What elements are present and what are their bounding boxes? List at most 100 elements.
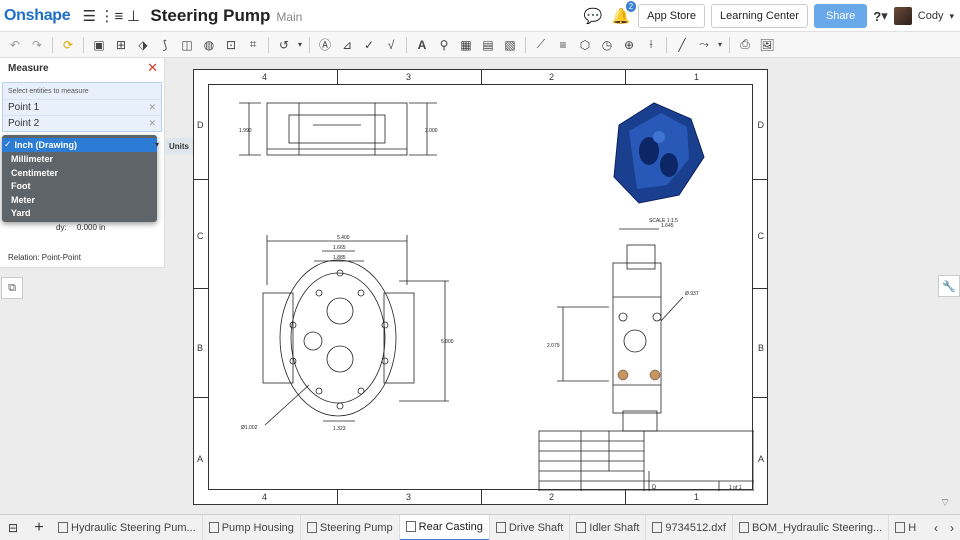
document-title[interactable]: Steering Pump — [150, 6, 270, 26]
angular-dimension-icon[interactable]: ◷ — [596, 34, 618, 56]
tab-hydraulic-steering-pump[interactable]: Hydraulic Steering Pum... — [52, 514, 203, 540]
auxiliary-view-icon[interactable]: ⬗ — [132, 34, 154, 56]
crop-view-icon[interactable]: ⌗ — [242, 34, 264, 56]
units-option-foot[interactable]: Foot — [2, 180, 157, 194]
insert-view-icon[interactable]: ▣ — [88, 34, 110, 56]
units-dropdown-chevron-icon[interactable]: ▾ — [155, 140, 159, 149]
tab-scroll-left-icon[interactable]: ‹ — [934, 521, 938, 535]
text-icon[interactable]: A — [411, 34, 433, 56]
branch-name[interactable]: Main — [276, 10, 302, 24]
tab-scroll-right-icon[interactable]: › — [950, 521, 954, 535]
top-view[interactable] — [239, 102, 437, 156]
wrench-icon[interactable]: 🔧 — [938, 275, 960, 297]
tab-drive-shaft[interactable]: Drive Shaft — [490, 514, 571, 540]
dim-height[interactable]: 5.000 — [441, 339, 454, 345]
units-option-millimeter[interactable]: Millimeter — [2, 153, 157, 167]
redo-icon[interactable]: ↷ — [26, 34, 48, 56]
units-option-inch[interactable]: ✓ Inch (Drawing) — [2, 138, 157, 152]
toolbar-divider — [729, 36, 730, 53]
help-icon[interactable]: ? ▾ — [873, 5, 887, 27]
surface-finish-icon[interactable]: √ — [380, 34, 402, 56]
centerline-icon[interactable]: ╱ — [671, 34, 693, 56]
tab-idler-shaft[interactable]: Idler Shaft — [570, 514, 647, 540]
export-dxf-icon[interactable]: ⎙ — [734, 34, 756, 56]
units-option-centimeter[interactable]: Centimeter — [2, 166, 157, 180]
app-store-button[interactable]: App Store — [638, 4, 706, 28]
measure-selection-box[interactable]: Select entities to measure Point 1 ✕ Poi… — [2, 82, 162, 132]
add-tab-icon[interactable]: + — [26, 517, 52, 539]
undo-icon[interactable]: ↶ — [4, 34, 26, 56]
view-cube-toggle-icon[interactable]: ⧉ — [1, 277, 23, 299]
folder-tab-icon — [895, 522, 906, 533]
hamburger-menu-icon[interactable]: ☰ — [78, 5, 100, 27]
break-view-icon[interactable]: ⊡ — [220, 34, 242, 56]
units-option-meter[interactable]: Meter — [2, 193, 157, 207]
tab-manager-icon[interactable]: ⊟ — [0, 517, 26, 539]
selected-point[interactable]: Point 1 ✕ — [3, 99, 161, 115]
tab-overflow[interactable]: H — [889, 515, 922, 540]
ordinate-dimension-icon[interactable]: ⬡ — [574, 34, 596, 56]
bom-icon[interactable]: ▤ — [477, 34, 499, 56]
drawing-border: 1.990 2.000 5.400 1.885 1.665 5.000 1.32… — [208, 84, 754, 491]
onshape-logo[interactable]: Onshape — [4, 7, 71, 25]
dim-width[interactable]: 5.400 — [337, 235, 350, 241]
centermark-dropdown-icon[interactable]: ▾ — [715, 34, 725, 56]
feature-list-icon[interactable]: ⋮≡ — [100, 5, 124, 27]
dim-bottom[interactable]: 1.323 — [333, 426, 346, 432]
units-dropdown[interactable]: ✓ Inch (Drawing) Millimeter Centimeter F… — [2, 135, 157, 222]
radius-dimension-icon[interactable]: ⟊ — [640, 34, 662, 56]
avatar[interactable] — [893, 7, 912, 25]
table-icon[interactable]: ▦ — [455, 34, 477, 56]
front-view[interactable] — [262, 235, 449, 426]
tab-rear-casting[interactable]: Rear Casting — [399, 514, 490, 540]
centermark-icon[interactable]: ⤳ — [693, 34, 715, 56]
hole-table-icon[interactable]: ▧ — [499, 34, 521, 56]
zone-row-label: A — [757, 454, 764, 464]
callout-icon[interactable]: ⚲ — [433, 34, 455, 56]
linear-dimension-icon[interactable]: ⟋ — [530, 34, 552, 56]
tab-dxf-file[interactable]: 9734512.dxf — [646, 514, 733, 540]
drawing-sheet[interactable]: 4 3 2 1 4 3 2 1 D C B A D C B A 1.990 2.… — [193, 69, 768, 505]
dim-dia-small[interactable]: Ø1.002 — [241, 425, 258, 431]
annotation-icon[interactable]: Ⓐ — [314, 34, 336, 56]
remove-point-icon[interactable]: ✕ — [148, 102, 156, 113]
close-icon[interactable]: ✕ — [147, 60, 158, 76]
dim-side-dia[interactable]: Ø.937 — [685, 291, 699, 297]
dim-hole-b[interactable]: 1.665 — [333, 245, 346, 251]
dim-hole-a[interactable]: 1.885 — [333, 255, 346, 261]
tab-bom[interactable]: BOM_Hydraulic Steering... — [733, 514, 890, 540]
dim-top-right[interactable]: 2.000 — [425, 128, 438, 134]
selected-point[interactable]: Point 2 ✕ — [3, 115, 161, 131]
isometric-view[interactable] — [613, 102, 705, 204]
update-icon[interactable]: ⟳ — [57, 34, 79, 56]
baseline-dimension-icon[interactable]: ≡ — [552, 34, 574, 56]
broken-view-icon[interactable]: ◍ — [198, 34, 220, 56]
side-view[interactable] — [557, 228, 684, 432]
configuration-icon[interactable]: ⊥ — [122, 5, 144, 27]
dim-top-left[interactable]: 1.990 — [239, 128, 252, 134]
zone-col-label: 2 — [549, 492, 555, 502]
sketch-icon[interactable]: ↺ — [273, 34, 295, 56]
datum-icon[interactable]: ⊿ — [336, 34, 358, 56]
projected-view-icon[interactable]: ⊞ — [110, 34, 132, 56]
notifications-icon[interactable]: 🔔 2 — [610, 1, 637, 27]
dim-side-height[interactable]: 2.079 — [547, 343, 560, 349]
learning-center-button[interactable]: Learning Center — [711, 4, 808, 28]
insert-image-icon[interactable]: 🖼 — [756, 34, 778, 56]
title-block-sheet: 1 of 1 — [729, 485, 742, 491]
units-option-yard[interactable]: Yard — [2, 207, 157, 221]
tab-steering-pump[interactable]: Steering Pump — [301, 514, 400, 540]
user-menu-chevron-icon[interactable]: ▾ — [949, 11, 954, 22]
section-view-icon[interactable]: ⟆ — [154, 34, 176, 56]
share-button[interactable]: Share — [813, 4, 868, 28]
comments-icon[interactable]: 💬 — [582, 5, 604, 27]
feedback-icon[interactable]: ⌔ — [934, 492, 956, 514]
check-icon[interactable]: ✓ — [358, 34, 380, 56]
remove-point-icon[interactable]: ✕ — [148, 118, 156, 129]
detail-view-icon[interactable]: ◫ — [176, 34, 198, 56]
title-block[interactable] — [538, 430, 754, 491]
sketch-dropdown-icon[interactable]: ▾ — [295, 34, 305, 56]
diameter-dimension-icon[interactable]: ⊕ — [618, 34, 640, 56]
user-name[interactable]: Cody — [918, 10, 944, 22]
tab-pump-housing[interactable]: Pump Housing — [203, 514, 301, 540]
